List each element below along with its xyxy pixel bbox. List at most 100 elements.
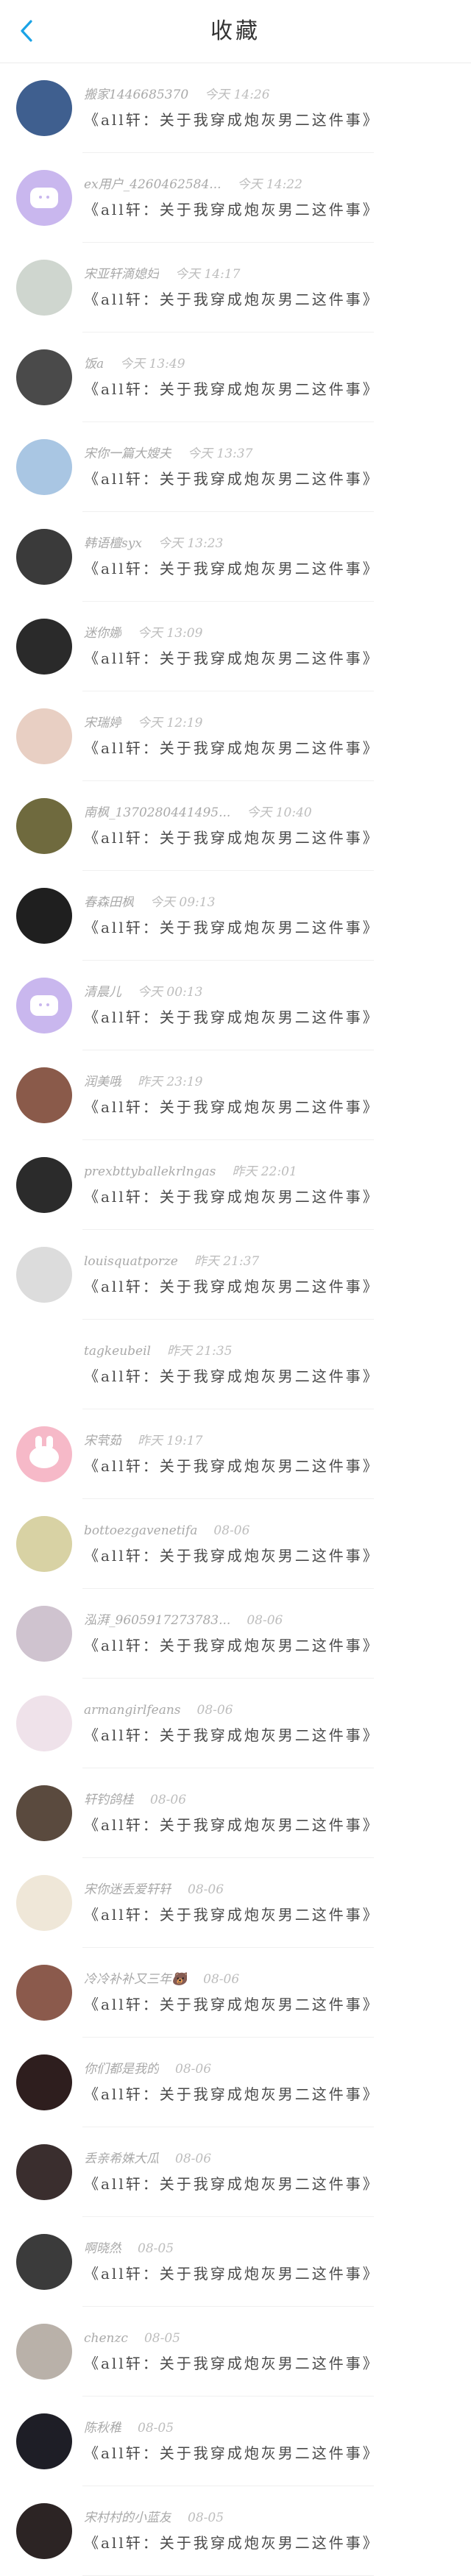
- avatar[interactable]: [16, 349, 72, 405]
- user-name[interactable]: 搬家1446685370: [84, 85, 188, 104]
- avatar[interactable]: [16, 260, 72, 316]
- avatar[interactable]: [16, 1606, 72, 1662]
- avatar[interactable]: [16, 1965, 72, 2021]
- item-meta: 宋瑞婷 今天 12:19: [84, 714, 202, 733]
- timestamp: 今天 09:13: [150, 895, 216, 910]
- user-name[interactable]: 宋你一篇大嫂夫: [84, 444, 171, 463]
- list-item[interactable]: armangirlfeans 08-06 《all轩：关于我穿成炮灰男二这件事》: [0, 1679, 471, 1768]
- user-name[interactable]: 饭a: [84, 355, 104, 374]
- list-item[interactable]: louisquatporze 昨天 21:37 《all轩：关于我穿成炮灰男二这件…: [0, 1230, 471, 1320]
- list-item[interactable]: chenzc 08-05 《all轩：关于我穿成炮灰男二这件事》: [0, 2307, 471, 2397]
- avatar[interactable]: [16, 1426, 72, 1482]
- list-item[interactable]: prexbttyballekrlngas 昨天 22:01 《all轩：关于我穿成…: [0, 1140, 471, 1230]
- favorited-title: 《all轩：关于我穿成炮灰男二这件事》: [84, 380, 380, 398]
- list-item[interactable]: 春森田枫 今天 09:13 《all轩：关于我穿成炮灰男二这件事》: [0, 871, 471, 961]
- favorited-title: 《all轩：关于我穿成炮灰男二这件事》: [84, 560, 380, 577]
- avatar[interactable]: [16, 2054, 72, 2110]
- list-item[interactable]: 啊晓然 08-05 《all轩：关于我穿成炮灰男二这件事》: [0, 2217, 471, 2307]
- timestamp: 08-05: [138, 2421, 174, 2436]
- user-name[interactable]: ex用户_4260462584...: [84, 175, 222, 194]
- avatar[interactable]: [16, 1516, 72, 1572]
- user-name[interactable]: 南枫_1370280441495...: [84, 803, 230, 822]
- list-item[interactable]: 饭a 今天 13:49 《all轩：关于我穿成炮灰男二这件事》: [0, 332, 471, 422]
- user-name[interactable]: louisquatporze: [84, 1252, 178, 1271]
- user-name[interactable]: 啊晓然: [84, 2239, 121, 2258]
- user-name[interactable]: 泓湃_9605917273783...: [84, 1611, 230, 1630]
- favorited-title: 《all轩：关于我穿成炮灰男二这件事》: [84, 1547, 380, 1565]
- list-item[interactable]: 南枫_1370280441495... 今天 10:40 《all轩：关于我穿成炮…: [0, 781, 471, 871]
- avatar[interactable]: [16, 1785, 72, 1841]
- avatar[interactable]: [16, 439, 72, 495]
- list-item[interactable]: 润美哦 昨天 23:19 《all轩：关于我穿成炮灰男二这件事》: [0, 1050, 471, 1140]
- item-meta: 宋茕茹 昨天 19:17: [84, 1431, 202, 1451]
- list-item[interactable]: 韩语檀syx 今天 13:23 《all轩：关于我穿成炮灰男二这件事》: [0, 512, 471, 602]
- user-name[interactable]: 宋亚轩滴媳妇: [84, 265, 159, 284]
- timestamp: 08-06: [150, 1793, 187, 1807]
- list-item[interactable]: 宋茕茹 昨天 19:17 《all轩：关于我穿成炮灰男二这件事》: [0, 1409, 471, 1499]
- avatar[interactable]: [16, 708, 72, 764]
- avatar[interactable]: [16, 619, 72, 675]
- user-name[interactable]: 冷冷补补又三年🐻: [84, 1970, 187, 1989]
- list-item[interactable]: 宋你一篇大嫂夫 今天 13:37 《all轩：关于我穿成炮灰男二这件事》: [0, 422, 471, 512]
- favorited-title: 《all轩：关于我穿成炮灰男二这件事》: [84, 111, 380, 129]
- avatar[interactable]: [16, 2144, 72, 2200]
- user-name[interactable]: 春森田枫: [84, 893, 134, 912]
- list-item[interactable]: bottoezgavenetifa 08-06 《all轩：关于我穿成炮灰男二这件…: [0, 1499, 471, 1589]
- user-name[interactable]: 润美哦: [84, 1072, 121, 1092]
- user-name[interactable]: 清晨儿: [84, 983, 121, 1002]
- avatar[interactable]: [16, 80, 72, 136]
- favorited-title: 《all轩：关于我穿成炮灰男二这件事》: [84, 1278, 380, 1295]
- avatar[interactable]: [16, 2324, 72, 2380]
- list-item[interactable]: 宋村村的小蓝友 08-05 《all轩：关于我穿成炮灰男二这件事》: [0, 2486, 471, 2576]
- user-name[interactable]: 丢亲希姝大瓜: [84, 2149, 159, 2168]
- item-meta: 轩钓鸽桂 08-06: [84, 1790, 186, 1810]
- avatar[interactable]: [16, 2503, 72, 2559]
- favorited-title: 《all轩：关于我穿成炮灰男二这件事》: [84, 2175, 380, 2193]
- avatar[interactable]: [16, 1067, 72, 1123]
- user-name[interactable]: 韩语檀syx: [84, 534, 142, 553]
- avatar[interactable]: [16, 1696, 72, 1751]
- favorited-title: 《all轩：关于我穿成炮灰男二这件事》: [84, 1816, 380, 1834]
- favorited-title: 《all轩：关于我穿成炮灰男二这件事》: [84, 470, 380, 488]
- user-name[interactable]: 你们都是我的: [84, 2060, 159, 2079]
- user-name[interactable]: 轩钓鸽桂: [84, 1790, 134, 1810]
- list-item[interactable]: 宋亚轩滴媳妇 今天 14:17 《all轩：关于我穿成炮灰男二这件事》: [0, 243, 471, 332]
- list-item[interactable]: 搬家1446685370 今天 14:26 《all轩：关于我穿成炮灰男二这件事》: [0, 63, 471, 153]
- list-item[interactable]: 你们都是我的 08-06 《all轩：关于我穿成炮灰男二这件事》: [0, 2038, 471, 2127]
- list-item[interactable]: 宋瑞婷 今天 12:19 《all轩：关于我穿成炮灰男二这件事》: [0, 691, 471, 781]
- list-item[interactable]: ex用户_4260462584... 今天 14:22 《all轩：关于我穿成炮灰…: [0, 153, 471, 243]
- list-item[interactable]: 宋你迷丢爱轩轩 08-06 《all轩：关于我穿成炮灰男二这件事》: [0, 1858, 471, 1948]
- avatar[interactable]: [16, 529, 72, 585]
- user-name[interactable]: chenzc: [84, 2329, 128, 2348]
- favorites-list: 搬家1446685370 今天 14:26 《all轩：关于我穿成炮灰男二这件事》…: [0, 63, 471, 2576]
- avatar[interactable]: [16, 1337, 72, 1392]
- user-name[interactable]: 宋茕茹: [84, 1431, 121, 1451]
- list-item[interactable]: 冷冷补补又三年🐻 08-06 《all轩：关于我穿成炮灰男二这件事》: [0, 1948, 471, 2038]
- list-item[interactable]: tagkeubeil 昨天 21:35 《all轩：关于我穿成炮灰男二这件事》: [0, 1320, 471, 1409]
- user-name[interactable]: 宋你迷丢爱轩轩: [84, 1880, 171, 1899]
- avatar[interactable]: [16, 1875, 72, 1931]
- user-name[interactable]: armangirlfeans: [84, 1701, 181, 1720]
- list-item[interactable]: 泓湃_9605917273783... 08-06 《all轩：关于我穿成炮灰男二…: [0, 1589, 471, 1679]
- list-item[interactable]: 陈秋稚 08-05 《all轩：关于我穿成炮灰男二这件事》: [0, 2397, 471, 2486]
- avatar[interactable]: [16, 888, 72, 944]
- user-name[interactable]: 宋村村的小蓝友: [84, 2508, 171, 2527]
- avatar[interactable]: [16, 170, 72, 226]
- user-name[interactable]: bottoezgavenetifa: [84, 1521, 197, 1540]
- user-name[interactable]: tagkeubeil: [84, 1342, 151, 1361]
- avatar[interactable]: [16, 2234, 72, 2290]
- avatar[interactable]: [16, 1157, 72, 1213]
- list-item[interactable]: 迷你娜 今天 13:09 《all轩：关于我穿成炮灰男二这件事》: [0, 602, 471, 691]
- avatar[interactable]: [16, 2413, 72, 2469]
- user-name[interactable]: 宋瑞婷: [84, 714, 121, 733]
- avatar[interactable]: [16, 1247, 72, 1303]
- list-item[interactable]: 清晨儿 今天 00:13 《all轩：关于我穿成炮灰男二这件事》: [0, 961, 471, 1050]
- avatar[interactable]: [16, 978, 72, 1033]
- user-name[interactable]: 迷你娜: [84, 624, 121, 643]
- bunny-icon: [29, 1436, 59, 1468]
- list-item[interactable]: 轩钓鸽桂 08-06 《all轩：关于我穿成炮灰男二这件事》: [0, 1768, 471, 1858]
- user-name[interactable]: prexbttyballekrlngas: [84, 1162, 216, 1181]
- user-name[interactable]: 陈秋稚: [84, 2419, 121, 2438]
- list-item[interactable]: 丢亲希姝大瓜 08-06 《all轩：关于我穿成炮灰男二这件事》: [0, 2127, 471, 2217]
- avatar[interactable]: [16, 798, 72, 854]
